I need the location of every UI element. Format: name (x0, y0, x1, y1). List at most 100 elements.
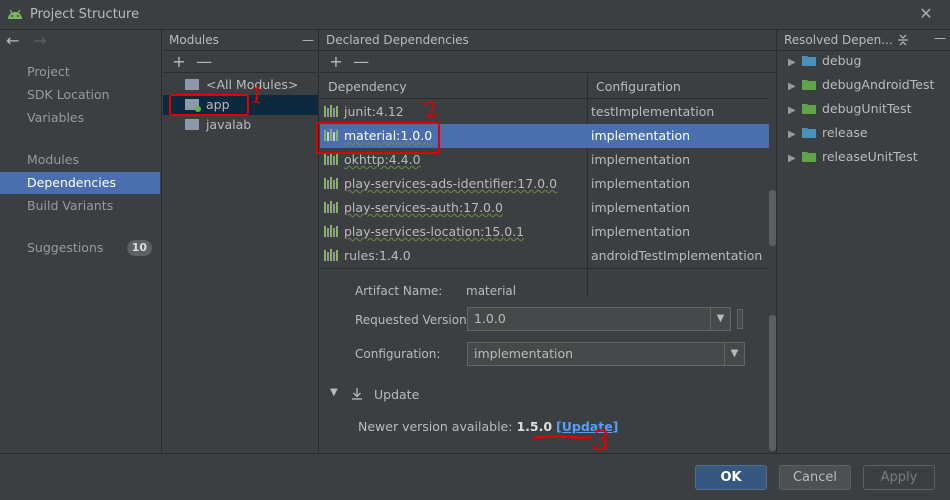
dependency-configuration: implementation (591, 224, 691, 239)
apply-button[interactable]: Apply (863, 465, 935, 490)
chevron-right-icon[interactable]: ▶ (788, 99, 802, 123)
requested-version-value: 1.0.0 (474, 311, 506, 326)
download-icon (352, 388, 362, 400)
table-row[interactable]: play-services-auth:17.0.0 implementation (320, 196, 769, 220)
dependency-configuration: androidTestImplementation (591, 248, 763, 263)
nav-arrows: ← → (6, 31, 55, 50)
folder-icon (802, 152, 816, 162)
modules-toolbar: + — (163, 51, 318, 73)
dependency-details: Artifact Name: material Requested Versio… (320, 268, 769, 453)
declared-header: Declared Dependencies (320, 30, 776, 51)
resolved-dependencies-panel: Resolved Depen... — ▶ debug ▶ debugAndroid… (778, 30, 950, 453)
nav-item-build-variants[interactable]: Build Variants (0, 195, 160, 217)
resolved-item-debug-unit-test[interactable]: ▶ debugUnitTest (778, 97, 948, 121)
forward-arrow-icon[interactable]: → (33, 31, 55, 50)
artifact-name-value: material (466, 284, 517, 298)
table-scrollbar[interactable] (769, 190, 776, 246)
resolved-item-release[interactable]: ▶ release (778, 121, 948, 145)
update-section-title: Update (374, 387, 420, 402)
close-icon[interactable]: ✕ (916, 4, 936, 24)
library-icon (324, 177, 338, 189)
nav-item-variables[interactable]: Variables (0, 107, 160, 129)
resolved-item-label: releaseUnitTest (822, 149, 918, 164)
modules-collapse-icon[interactable]: — (302, 30, 314, 51)
dependency-configuration: implementation (591, 152, 691, 167)
remove-module-button[interactable]: — (194, 51, 214, 73)
table-row[interactable]: play-services-location:15.0.1 implementa… (320, 220, 769, 244)
module-item-all[interactable]: <All Modules> (163, 75, 318, 95)
nav-item-suggestions[interactable]: Suggestions 10 (0, 237, 160, 259)
requested-version-combo[interactable]: 1.0.0 ▼ (467, 307, 731, 331)
library-icon (324, 201, 338, 213)
annotation-box-material (316, 122, 440, 154)
chevron-right-icon[interactable]: ▶ (788, 75, 802, 99)
configuration-value: implementation (474, 346, 574, 361)
dependency-name: play-services-ads-identifier:17.0.0 (344, 176, 558, 191)
annotation-number-3: 3 (590, 423, 612, 458)
folder-icon (802, 56, 816, 66)
chevron-right-icon[interactable]: ▶ (788, 147, 802, 171)
module-folder-icon (185, 119, 199, 130)
table-row[interactable]: rules:1.4.0 androidTestImplementation (320, 244, 769, 268)
module-folder-icon (185, 79, 199, 90)
chevron-right-icon[interactable]: ▶ (788, 123, 802, 147)
table-row[interactable]: play-services-ads-identifier:17.0.0 impl… (320, 172, 769, 196)
configuration-label: Configuration: (355, 347, 441, 361)
module-item-label: javalab (205, 117, 252, 132)
dependency-name: okhttp:4.4.0 (344, 152, 421, 167)
android-icon (8, 9, 22, 19)
resolved-header: Resolved Depen... (778, 30, 950, 51)
chevron-down-icon[interactable]: ▼ (710, 308, 730, 330)
section-expand-icon[interactable]: ▼ (330, 387, 338, 398)
table-row[interactable]: junit:4.12 testImplementation (320, 100, 769, 124)
nav-item-project[interactable]: Project (0, 61, 160, 83)
title-bar (0, 0, 950, 30)
add-dependency-button[interactable]: + (326, 51, 346, 73)
suggestions-count-badge: 10 (126, 240, 152, 256)
dependency-table-header: Dependency Configuration (320, 75, 769, 99)
nav-item-suggestions-label: Suggestions (27, 240, 104, 255)
dependency-configuration: implementation (591, 200, 691, 215)
chevron-right-icon[interactable]: ▶ (788, 51, 802, 75)
module-item-javalab[interactable]: javalab (163, 115, 318, 135)
remove-dependency-button[interactable]: — (351, 51, 371, 73)
add-module-button[interactable]: + (169, 51, 189, 73)
dependency-configuration: implementation (591, 176, 691, 191)
nav-item-sdk-location[interactable]: SDK Location (0, 84, 160, 106)
ok-button[interactable]: OK (695, 465, 767, 490)
resolved-item-debug-android-test[interactable]: ▶ debugAndroidTest (778, 73, 948, 97)
resolved-item-label: debug (822, 53, 862, 68)
requested-version-label: Requested Version: (355, 313, 471, 327)
column-header-dependency[interactable]: Dependency (320, 75, 407, 99)
resolved-collapse-icon[interactable]: — (934, 31, 946, 45)
column-header-configuration[interactable]: Configuration (588, 75, 681, 99)
configuration-combo[interactable]: implementation ▼ (467, 342, 745, 366)
nav-item-modules[interactable]: Modules (0, 149, 160, 171)
collapse-all-icon[interactable] (896, 33, 910, 47)
version-extra-box (737, 309, 743, 329)
folder-icon (802, 104, 816, 114)
declared-dependencies-panel: Declared Dependencies + — Dependency Con… (320, 30, 777, 453)
resolved-item-release-unit-test[interactable]: ▶ releaseUnitTest (778, 145, 948, 169)
newer-version-label: Newer version available: (358, 419, 513, 434)
details-scrollbar[interactable] (769, 315, 776, 451)
dependency-configuration: implementation (591, 128, 691, 143)
folder-icon (802, 80, 816, 90)
annotation-underline (532, 434, 592, 440)
window-title: Project Structure (30, 7, 140, 22)
cancel-button[interactable]: Cancel (779, 465, 851, 490)
modules-header-label: Modules (169, 33, 219, 47)
modules-header: Modules — (163, 30, 318, 51)
annotation-box-app (169, 94, 249, 116)
library-icon (324, 105, 338, 117)
dependency-name: play-services-auth:17.0.0 (344, 200, 503, 215)
declared-toolbar: + — (320, 51, 776, 73)
resolved-item-debug[interactable]: ▶ debug (778, 49, 948, 73)
nav-item-dependencies[interactable]: Dependencies (0, 172, 160, 194)
resolved-item-label: debugUnitTest (822, 101, 912, 116)
resolved-item-label: debugAndroidTest (822, 77, 935, 92)
back-arrow-icon[interactable]: ← (6, 31, 28, 50)
chevron-down-icon[interactable]: ▼ (724, 343, 744, 365)
resolved-item-label: release (822, 125, 868, 140)
dependency-configuration: testImplementation (591, 104, 715, 119)
